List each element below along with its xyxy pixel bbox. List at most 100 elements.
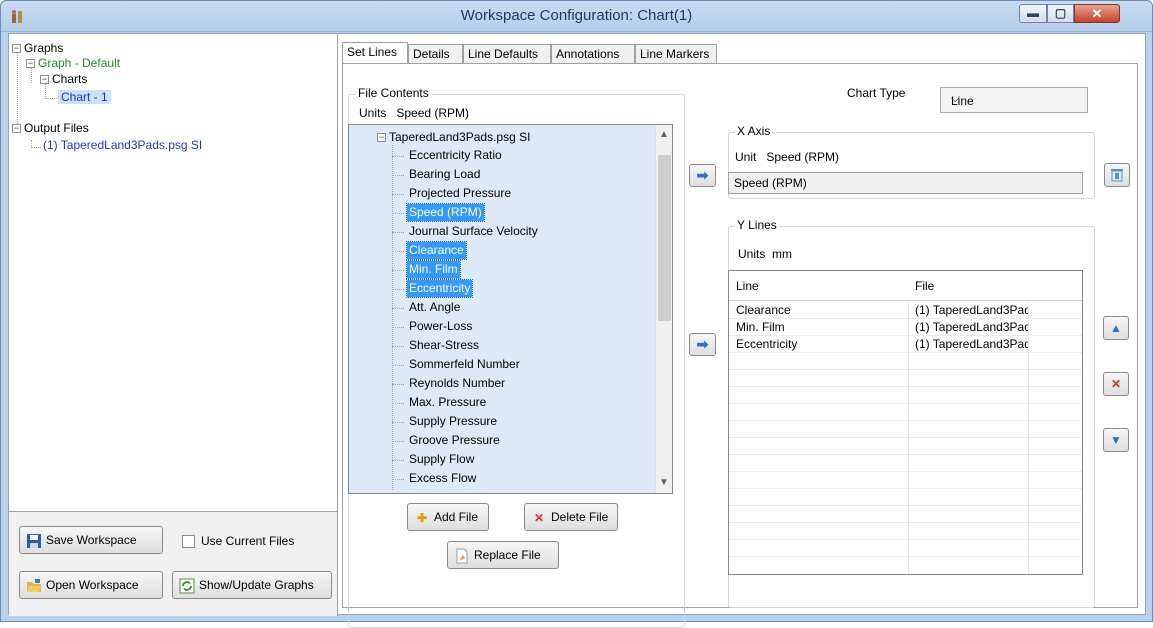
file-content-item[interactable]: Sommerfeld Number [407, 356, 522, 373]
tree-connector [45, 98, 57, 99]
file-content-item[interactable]: Excess Flow [407, 470, 478, 487]
file-content-item[interactable]: Supply Flow [407, 451, 476, 468]
clear-x-axis-button[interactable] [1104, 163, 1130, 187]
file-content-item[interactable]: Att. Angle [407, 299, 462, 316]
use-current-files-checkbox[interactable]: Use Current Files [182, 534, 294, 549]
line-file-cell[interactable]: (1) TaperedLand3Pad... [908, 319, 1028, 336]
chevron-down-icon: ⌵ [951, 93, 960, 105]
delete-file-button[interactable]: ✕ Delete File [524, 503, 618, 531]
tab-annotations[interactable]: Annotations [551, 44, 635, 65]
file-content-item[interactable]: Shear-Stress [407, 337, 481, 354]
scroll-up-icon[interactable]: ▲ [659, 129, 669, 140]
tab-line-defaults[interactable]: Line Defaults [463, 44, 551, 65]
tree-node-chart-1[interactable]: Chart - 1 [58, 90, 111, 105]
scroll-thumb[interactable] [658, 155, 671, 321]
set-x-axis-button[interactable]: ➡ [689, 164, 716, 187]
open-workspace-button[interactable]: Open Workspace [19, 571, 163, 599]
x-axis-field[interactable]: Speed (RPM) [728, 172, 1083, 194]
y-lines-grid[interactable]: Line File Clearance(1) TaperedLand3Pad..… [728, 270, 1083, 575]
replace-file-icon [456, 548, 468, 564]
file-content-item[interactable]: Bearing Load [407, 166, 482, 183]
tree-node-output-file-1[interactable]: (1) TaperedLand3Pads.psg SI [43, 138, 202, 153]
tree-connector [392, 270, 404, 271]
save-workspace-button[interactable]: Save Workspace [19, 526, 163, 554]
table-row [729, 455, 1082, 472]
tree-connector [392, 308, 404, 309]
column-header-line[interactable]: Line [729, 271, 908, 301]
maximize-icon: ▢ [1054, 6, 1067, 20]
file-content-item[interactable]: Supply Pressure [407, 413, 499, 430]
tree-node-label: Graph - Default [38, 56, 121, 70]
checkbox-box[interactable] [182, 535, 195, 549]
unit-label: Unit [735, 150, 757, 164]
line-name-cell[interactable]: Clearance [729, 302, 908, 319]
move-up-button[interactable]: ▲ [1103, 316, 1129, 340]
tree-node-graph-default[interactable]: − Graph - Default [26, 56, 120, 71]
file-root-node[interactable]: − TaperedLand3Pads.psg SI [375, 129, 532, 146]
trash-icon [1111, 169, 1123, 182]
collapse-icon[interactable]: − [12, 124, 21, 134]
file-content-item[interactable]: Reynolds Number [407, 375, 507, 392]
file-content-item[interactable]: Speed (RPM) [406, 203, 485, 222]
file-units-row: Units Speed (RPM) [359, 106, 469, 120]
file-content-item[interactable]: Eccentricity [405, 279, 474, 298]
table-row [729, 387, 1082, 404]
save-workspace-label: Save Workspace [46, 533, 137, 547]
collapse-icon[interactable]: − [40, 75, 49, 85]
file-list-scrollbar[interactable]: ▲ ▼ [655, 125, 672, 493]
table-row[interactable]: Min. Film(1) TaperedLand3Pad... [729, 319, 1082, 336]
replace-file-button[interactable]: Replace File [447, 541, 559, 569]
file-content-item[interactable]: Power-Loss [407, 318, 474, 335]
file-content-item[interactable]: Groove Pressure [407, 432, 502, 449]
file-content-item[interactable]: Journal Surface Velocity [407, 223, 540, 240]
minimize-button[interactable]: ▬ [1019, 4, 1047, 23]
add-file-button[interactable]: ✚ Add File [407, 503, 489, 531]
show-update-graphs-button[interactable]: Show/Update Graphs [172, 571, 332, 599]
column-header-file[interactable]: File [908, 271, 1028, 301]
tree-connector [392, 422, 404, 423]
file-content-item[interactable]: Projected Pressure [407, 185, 513, 202]
move-down-button[interactable]: ▼ [1103, 428, 1129, 452]
show-update-graphs-label: Show/Update Graphs [199, 578, 314, 592]
arrow-up-icon: ▲ [1110, 321, 1122, 335]
collapse-icon[interactable]: − [26, 59, 35, 69]
add-y-line-button[interactable]: ➡ [689, 333, 716, 356]
close-icon: ✕ [1091, 6, 1103, 21]
tree-node-output-files[interactable]: − Output Files [12, 121, 89, 136]
unit-value: Speed (RPM) [766, 150, 840, 164]
tree-node-charts[interactable]: − Charts [40, 72, 87, 87]
tab-details[interactable]: Details [408, 44, 463, 65]
tree-connector [17, 48, 18, 128]
line-name-cell[interactable]: Min. Film [729, 319, 908, 336]
workspace-tree[interactable]: − Graphs − Graph - Default − Charts Chart -… [9, 34, 338, 512]
file-content-item[interactable]: Min. Film [406, 260, 461, 279]
remove-line-button[interactable]: ✕ [1103, 372, 1129, 396]
line-file-cell[interactable]: (1) TaperedLand3Pad... [908, 302, 1028, 319]
close-button[interactable]: ✕ [1074, 4, 1120, 23]
tab-set-lines[interactable]: Set Lines [342, 42, 408, 65]
table-row [729, 438, 1082, 455]
file-contents-tree[interactable]: − TaperedLand3Pads.psg SI Eccentricity Ra… [348, 124, 673, 494]
table-row [729, 489, 1082, 506]
x-axis-unit-row: Unit Speed (RPM) [735, 150, 839, 164]
file-content-item[interactable]: Clearance [406, 241, 467, 260]
scroll-down-icon[interactable]: ▼ [659, 477, 669, 488]
file-content-item[interactable]: Eccentricity Ratio [407, 147, 504, 164]
collapse-icon[interactable]: − [377, 133, 386, 143]
tab-line-markers[interactable]: Line Markers [635, 44, 717, 65]
collapse-icon[interactable]: − [12, 44, 21, 54]
chart-type-select[interactable]: Line ⌵ [940, 87, 1088, 113]
minimize-icon: ▬ [1027, 6, 1039, 20]
line-file-cell[interactable]: (1) TaperedLand3Pad... [908, 336, 1028, 353]
line-name-cell[interactable]: Eccentricity [729, 336, 908, 353]
file-content-item[interactable]: Max. Pressure [407, 394, 488, 411]
table-row[interactable]: Eccentricity(1) TaperedLand3Pad... [729, 336, 1082, 353]
maximize-button[interactable]: ▢ [1047, 4, 1074, 23]
y-lines-label: Y Lines [735, 218, 779, 232]
units-label: Units [359, 106, 387, 120]
table-row[interactable]: Clearance(1) TaperedLand3Pad... [729, 302, 1082, 319]
table-row [729, 506, 1082, 523]
tree-connector [31, 147, 41, 148]
tree-node-graphs[interactable]: − Graphs [12, 41, 63, 56]
table-row [729, 540, 1082, 557]
